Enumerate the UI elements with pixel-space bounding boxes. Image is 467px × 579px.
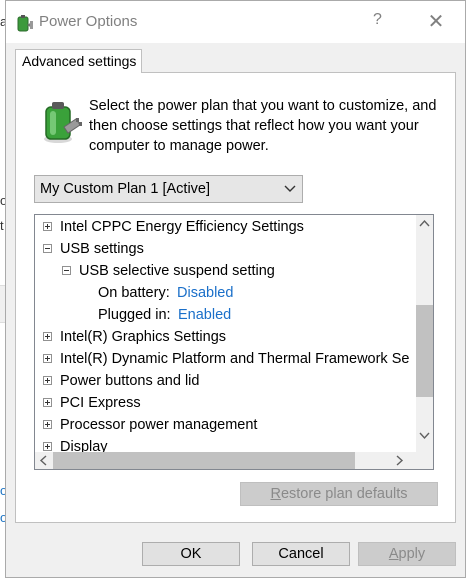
close-button[interactable]: ✕ xyxy=(422,9,450,35)
settings-tree[interactable]: Intel CPPC Energy Efficiency Settings US… xyxy=(34,214,434,470)
tree-item-label: USB settings xyxy=(60,241,144,257)
tree-item-label: Intel(R) Dynamic Platform and Thermal Fr… xyxy=(60,351,410,367)
tree-item-label: Intel(R) Graphics Settings xyxy=(60,329,227,345)
expand-icon[interactable] xyxy=(43,354,52,363)
expand-icon[interactable] xyxy=(43,376,52,385)
tab-advanced-settings[interactable]: Advanced settings xyxy=(15,49,142,73)
tree-item-label: Power buttons and lid xyxy=(60,373,200,389)
tree-item-label: On battery: xyxy=(98,285,170,301)
help-button[interactable]: ? xyxy=(373,11,382,29)
collapse-icon[interactable] xyxy=(62,266,71,275)
expand-icon[interactable] xyxy=(43,332,52,341)
background-text-fragment: t xyxy=(0,218,4,233)
scroll-down-icon[interactable] xyxy=(416,427,433,444)
ok-button[interactable]: OK xyxy=(142,542,240,566)
tree-item-label: Processor power management xyxy=(60,417,258,433)
expand-icon[interactable] xyxy=(43,398,52,407)
restore-label-rest: estore plan defaults xyxy=(280,486,408,502)
plan-description: Select the power plan that you want to c… xyxy=(89,98,437,154)
power-options-dialog: Power Options ? ✕ Advanced settings Sele… xyxy=(5,0,466,578)
chevron-down-icon xyxy=(284,185,296,192)
expand-icon[interactable] xyxy=(43,442,52,451)
power-options-icon xyxy=(17,15,33,32)
vertical-scroll-thumb[interactable] xyxy=(416,305,433,397)
battery-plug-icon xyxy=(44,102,82,143)
title-bar[interactable]: Power Options ? ✕ xyxy=(6,1,465,43)
tree-item-label: Plugged in: xyxy=(98,307,171,323)
power-plan-select[interactable]: My Custom Plan 1 [Active] xyxy=(34,175,303,203)
power-plan-select-value: My Custom Plan 1 [Active] xyxy=(40,181,211,197)
restore-defaults-button[interactable]: Restore plan defaults xyxy=(240,482,438,506)
setting-value-link[interactable]: Disabled xyxy=(177,282,233,304)
cancel-button[interactable]: Cancel xyxy=(252,542,350,566)
restore-label-accel: R xyxy=(270,486,281,502)
apply-label-accel: A xyxy=(388,546,399,562)
scroll-up-icon[interactable] xyxy=(416,215,433,232)
expand-icon[interactable] xyxy=(43,222,52,231)
tree-item-label: PCI Express xyxy=(60,395,141,411)
window-title: Power Options xyxy=(39,13,138,30)
expand-icon[interactable] xyxy=(43,420,52,429)
tree-item-label: USB selective suspend setting xyxy=(79,263,275,279)
vertical-scrollbar[interactable] xyxy=(416,215,433,453)
setting-value-link[interactable]: Enabled xyxy=(178,304,231,326)
horizontal-scrollbar[interactable] xyxy=(35,452,416,469)
apply-button[interactable]: Apply xyxy=(358,542,456,566)
horizontal-scroll-thumb[interactable] xyxy=(53,452,355,469)
scroll-right-icon[interactable] xyxy=(391,452,408,469)
scrollbar-corner xyxy=(416,452,433,469)
collapse-icon[interactable] xyxy=(43,244,52,253)
tab-panel: Select the power plan that you want to c… xyxy=(15,72,456,523)
apply-label-rest: pply xyxy=(398,546,426,562)
scroll-left-icon[interactable] xyxy=(35,452,52,469)
tree-item-label: Intel CPPC Energy Efficiency Settings xyxy=(60,219,304,235)
